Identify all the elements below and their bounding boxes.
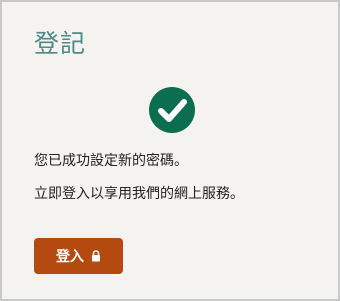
success-message: 您已成功設定新的密碼。 (34, 153, 188, 169)
check-circle-icon (149, 87, 195, 133)
login-prompt-message: 立即登入以享用我們的網上服務。 (34, 186, 244, 202)
page-title: 登記 (34, 29, 87, 58)
login-button-label: 登入 (56, 249, 84, 265)
login-button[interactable]: 登入 (34, 238, 123, 274)
lock-icon (92, 250, 100, 262)
registration-panel: 登記 您已成功設定新的密碼。 立即登入以享用我們的網上服務。 登入 (0, 0, 340, 301)
